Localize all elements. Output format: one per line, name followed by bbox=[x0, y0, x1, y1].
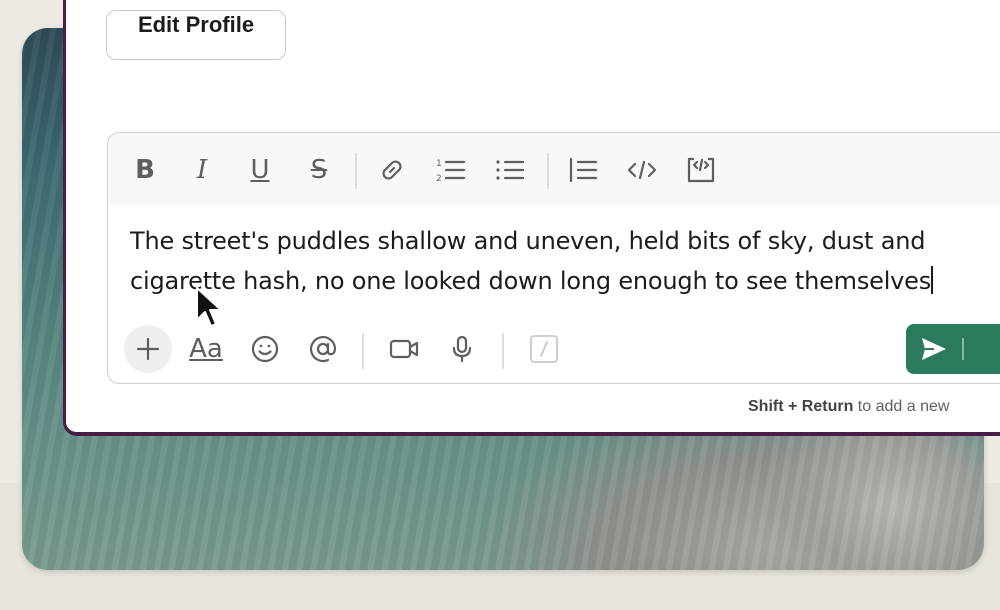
code-block-icon[interactable] bbox=[683, 152, 719, 188]
microphone-icon[interactable] bbox=[442, 329, 482, 369]
ordered-list-icon[interactable]: 1 2 bbox=[433, 152, 469, 188]
svg-text:1: 1 bbox=[436, 159, 442, 169]
formatting-icon[interactable]: Aa bbox=[186, 329, 226, 369]
composer-divider bbox=[362, 333, 364, 369]
code-icon[interactable] bbox=[624, 152, 660, 188]
toolbar-divider bbox=[547, 153, 549, 189]
plus-icon[interactable] bbox=[124, 325, 172, 373]
strikethrough-icon[interactable]: S bbox=[301, 152, 337, 188]
composer-divider bbox=[502, 333, 504, 369]
message-text: The street's puddles shallow and uneven,… bbox=[130, 227, 932, 295]
toolbar-divider bbox=[355, 153, 357, 189]
blockquote-icon[interactable] bbox=[565, 152, 601, 188]
video-icon[interactable] bbox=[384, 329, 424, 369]
bold-icon[interactable]: B bbox=[127, 152, 163, 188]
bulleted-list-icon[interactable] bbox=[492, 152, 528, 188]
shortcut-text: to add a new bbox=[857, 398, 950, 415]
underline-icon[interactable]: U bbox=[242, 152, 278, 188]
edit-profile-button[interactable]: Edit Profile bbox=[106, 10, 286, 60]
message-composer: B I U S 1 2 The street's puddles shallow… bbox=[107, 132, 1000, 384]
shortcut-keys: Shift + Return bbox=[748, 398, 854, 415]
mention-icon[interactable] bbox=[303, 329, 343, 369]
edit-profile-label: Edit Profile bbox=[137, 12, 255, 37]
svg-text:2: 2 bbox=[436, 174, 442, 184]
slash-command-icon[interactable] bbox=[524, 329, 564, 369]
shortcut-hint: Shift + Return to add a new bbox=[748, 398, 949, 416]
message-input[interactable]: The street's puddles shallow and uneven,… bbox=[130, 221, 970, 301]
emoji-icon[interactable] bbox=[245, 329, 285, 369]
italic-icon[interactable]: I bbox=[184, 152, 220, 188]
send-button[interactable] bbox=[906, 324, 1000, 374]
send-divider bbox=[962, 338, 964, 360]
formatting-label: Aa bbox=[189, 334, 223, 364]
text-caret bbox=[931, 266, 933, 294]
link-icon[interactable] bbox=[374, 152, 410, 188]
send-icon bbox=[922, 338, 946, 360]
mouse-pointer-icon bbox=[196, 287, 222, 327]
formatting-toolbar: B I U S 1 2 bbox=[108, 133, 1000, 205]
